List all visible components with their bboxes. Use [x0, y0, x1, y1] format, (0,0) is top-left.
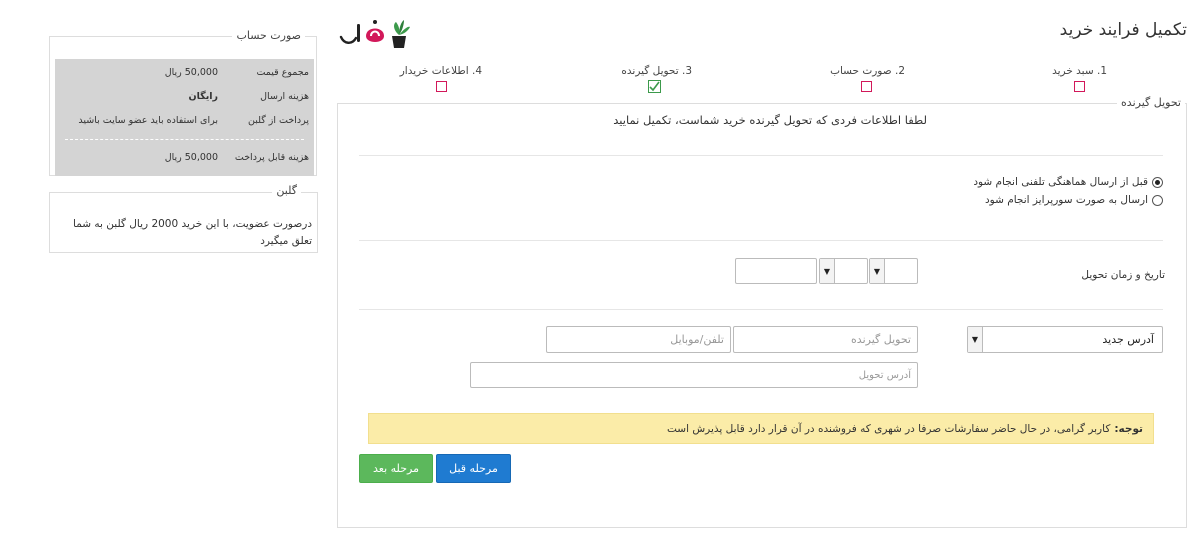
notice-text: کاربر گرامی، در حال حاضر سفارشات صرفا در…: [666, 422, 1111, 435]
address-placeholder: آدرس تحویل: [858, 369, 911, 381]
next-step-button[interactable]: مرحله بعد: [359, 454, 433, 483]
divider: [359, 240, 1163, 241]
divider: [359, 309, 1163, 310]
site-logo[interactable]: [338, 14, 414, 54]
prev-step-button[interactable]: مرحله قبل: [436, 454, 511, 483]
invoice-golban-value: برای استفاده باید عضو سایت باشید: [78, 115, 218, 126]
step-label-receiver: 3. تحویل گیرنده: [621, 65, 692, 77]
step-label-invoice: 2. صورت حساب: [830, 65, 905, 77]
option-surprise-label: ارسال به صورت سورپرایز انجام شود: [984, 194, 1148, 206]
step-checkbox-receiver[interactable]: [648, 80, 661, 93]
invoice-payable-value: 50,000 ریال: [164, 152, 218, 163]
receiver-name-input[interactable]: تحویل گیرنده: [733, 326, 918, 353]
step-checkbox-cart[interactable]: [1074, 81, 1085, 92]
divider: [359, 155, 1163, 156]
option-call-before[interactable]: قبل از ارسال هماهنگی تلفنی انجام شود: [973, 176, 1163, 188]
golban-legend: گلبن: [272, 184, 301, 197]
chevron-down-icon: ▼: [870, 259, 885, 283]
address-select[interactable]: ▼ آدرس جدید: [967, 326, 1163, 353]
invoice-divider: [65, 139, 304, 140]
delivery-intro: لطفا اطلاعات فردی که تحویل گیرنده خرید ش…: [613, 113, 927, 127]
option-call-before-label: قبل از ارسال هماهنگی تلفنی انجام شود: [973, 176, 1148, 188]
delivery-date-label: تاریخ و زمان تحویل: [1081, 269, 1165, 281]
notice-label: توجه:: [1114, 422, 1143, 435]
delivery-time-input[interactable]: [735, 258, 817, 284]
address-select-value: آدرس جدید: [1102, 333, 1154, 346]
radio-surprise[interactable]: [1152, 194, 1163, 206]
invoice-shipping-label: هزینه ارسال: [260, 91, 309, 102]
step-checkbox-invoice[interactable]: [861, 81, 872, 92]
logo-graphic: [339, 20, 410, 48]
notice-box: توجه: کاربر گرامی، در حال حاضر سفارشات ص…: [368, 413, 1154, 444]
chevron-down-icon: ▼: [820, 259, 835, 283]
step-label-cart: 1. سبد خرید: [1052, 65, 1107, 77]
check-icon: [649, 81, 660, 92]
step-checkbox-buyer-info[interactable]: [436, 81, 447, 92]
radio-call-before[interactable]: [1152, 176, 1163, 188]
step-label-buyer-info: 4. اطلاعات خریدار: [399, 65, 482, 77]
invoice-shipping-value: رایگان: [188, 91, 219, 102]
phone-placeholder: تلفن/موبایل: [670, 333, 724, 346]
chevron-down-icon: ▼: [968, 327, 983, 352]
delivery-legend: تحویل گیرنده: [1117, 96, 1185, 109]
page-title: تکمیل فرایند خرید: [1059, 20, 1187, 40]
invoice-payable-label: هزینه قابل پرداخت: [234, 152, 309, 163]
delivery-day-select[interactable]: ▼: [869, 258, 918, 284]
golban-text: درصورت عضویت، با این خرید 2000 ریال گلبن…: [73, 218, 312, 247]
invoice-total-value: 50,000 ریال: [164, 67, 218, 78]
invoice-legend: صورت حساب: [232, 29, 305, 42]
invoice-golban-label: پرداخت از گلبن: [248, 115, 309, 126]
delivery-month-select[interactable]: ▼: [819, 258, 868, 284]
receiver-name-placeholder: تحویل گیرنده: [851, 333, 911, 346]
option-surprise[interactable]: ارسال به صورت سورپرایز انجام شود: [985, 194, 1163, 206]
phone-input[interactable]: تلفن/موبایل: [546, 326, 731, 353]
invoice-total-label: مجموع قیمت: [256, 67, 309, 78]
address-input[interactable]: آدرس تحویل: [470, 362, 918, 388]
